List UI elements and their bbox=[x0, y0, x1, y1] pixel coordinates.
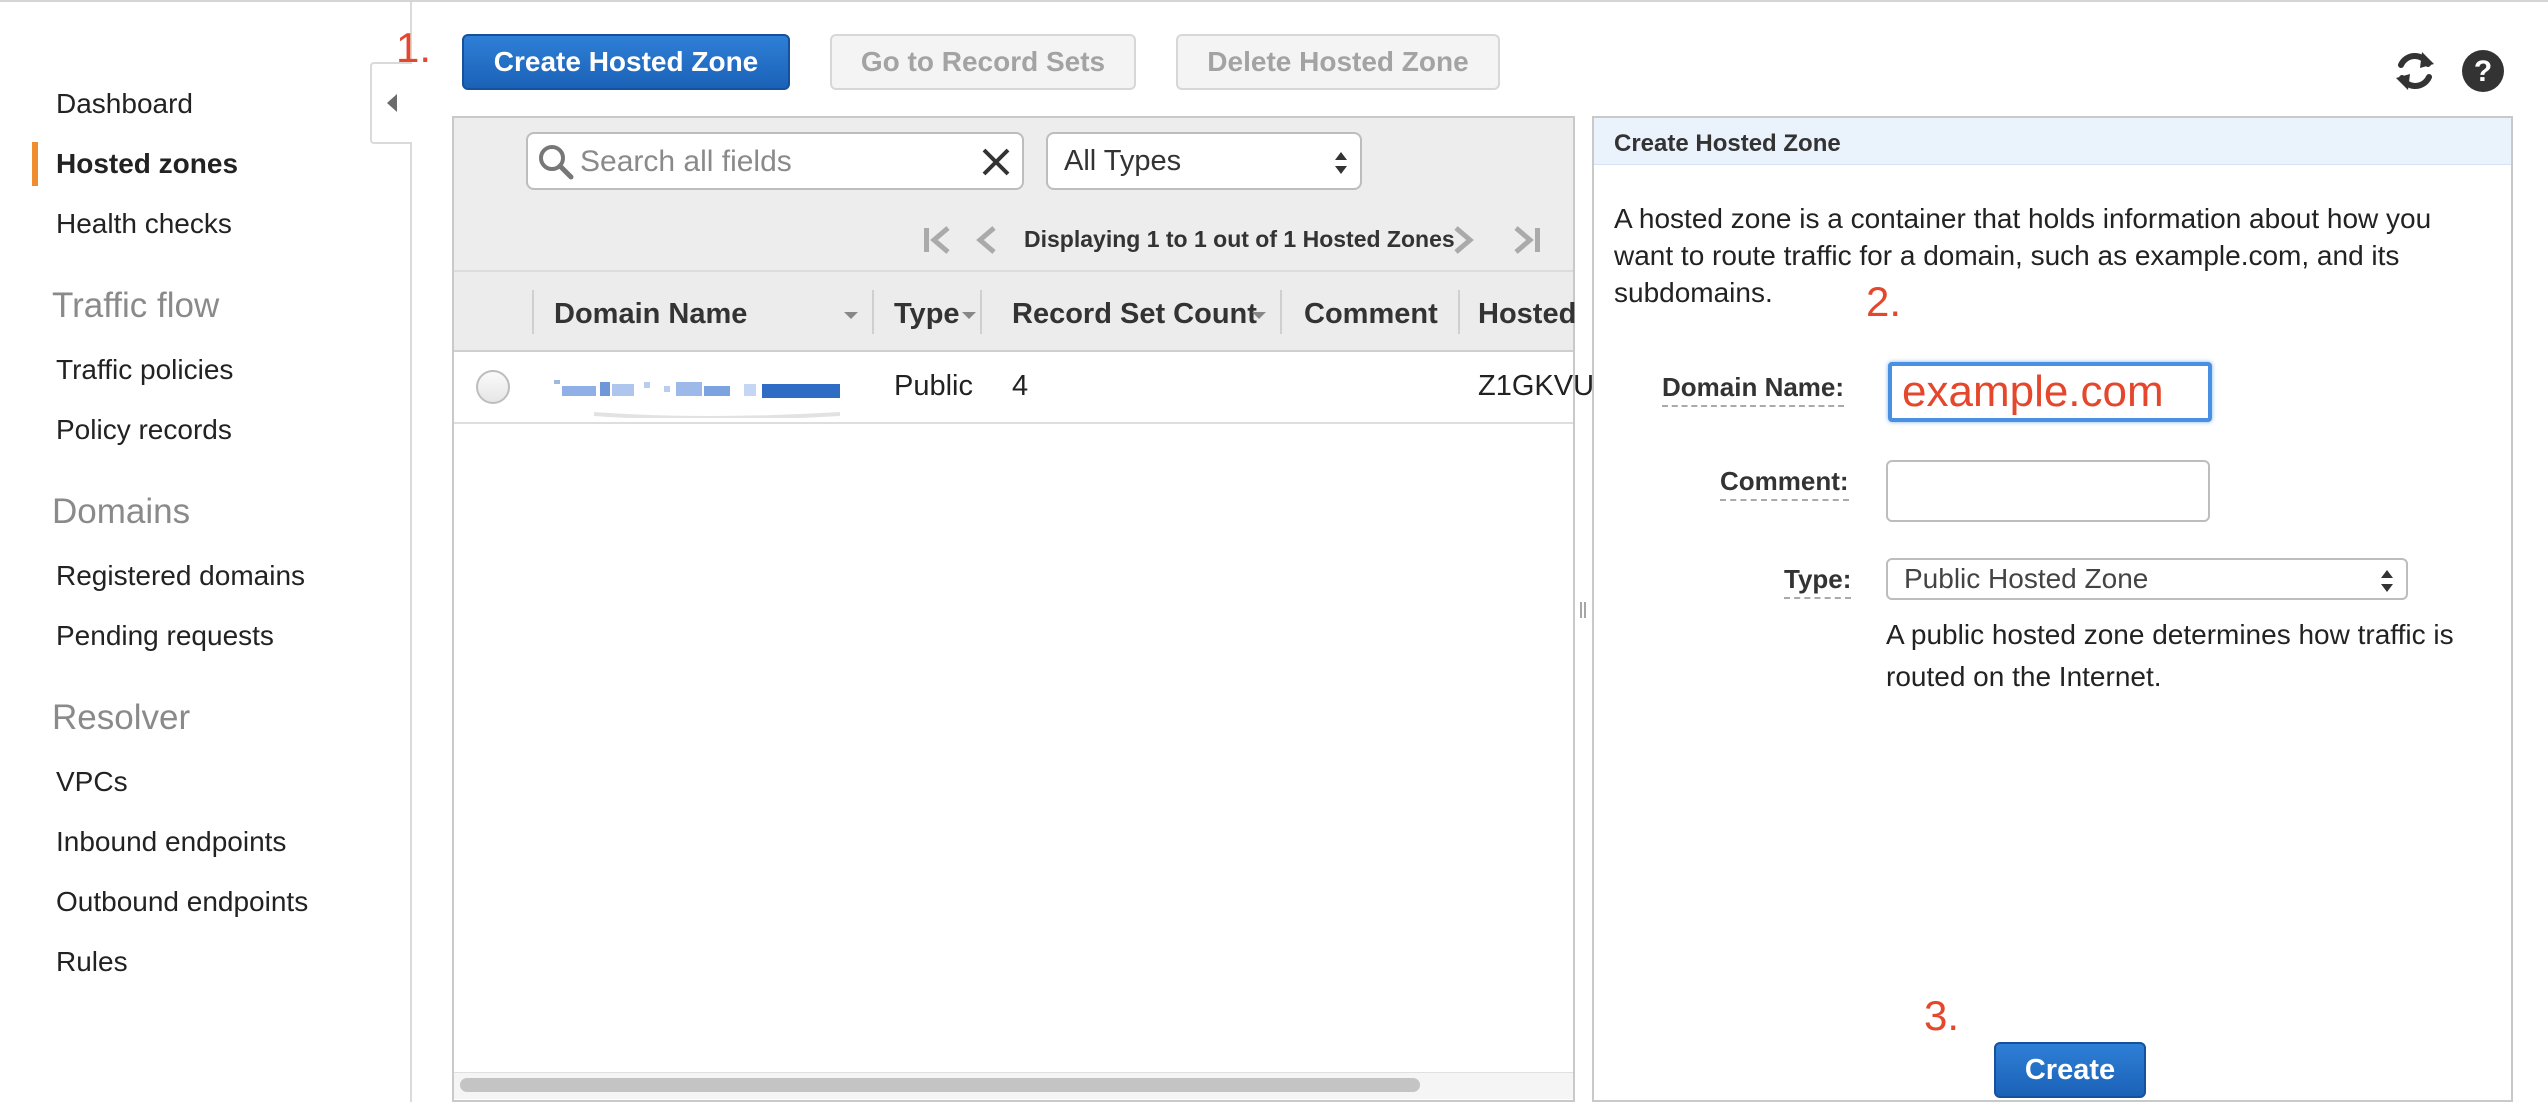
first-page-icon[interactable] bbox=[920, 224, 954, 256]
type-label: Type: bbox=[1784, 564, 1852, 599]
column-header-comment[interactable]: Comment bbox=[1304, 298, 1438, 331]
search-box[interactable] bbox=[526, 132, 1024, 190]
table-row[interactable]: Public 4 Z1GKVU bbox=[454, 352, 1594, 424]
go-to-record-sets-button[interactable]: Go to Record Sets bbox=[830, 34, 1136, 90]
caret-left-icon bbox=[387, 94, 397, 112]
row-select-radio[interactable] bbox=[476, 370, 510, 404]
table-header: Domain Name Type Record Set Count Commen… bbox=[454, 270, 1576, 352]
redacted-domain-name bbox=[554, 380, 840, 418]
comment-label: Comment: bbox=[1720, 466, 1849, 501]
last-page-icon[interactable] bbox=[1510, 224, 1544, 256]
delete-hosted-zone-button[interactable]: Delete Hosted Zone bbox=[1176, 34, 1500, 90]
zone-type-value: Public Hosted Zone bbox=[1904, 563, 2149, 594]
sidebar-section-domains: Domains bbox=[52, 492, 191, 531]
panel-resize-handle[interactable] bbox=[1579, 600, 1587, 620]
help-icon[interactable]: ? bbox=[2460, 48, 2506, 94]
svg-text:?: ? bbox=[2474, 55, 2492, 88]
type-help-text: A public hosted zone determines how traf… bbox=[1886, 619, 2454, 692]
clear-search-icon[interactable] bbox=[980, 146, 1012, 178]
domain-name-input[interactable] bbox=[1888, 362, 2212, 422]
create-hosted-zone-panel: Create Hosted Zone A hosted zone is a co… bbox=[1592, 116, 2513, 1102]
sidebar: Dashboard Hosted zones Health checks Tra… bbox=[0, 2, 412, 1102]
sidebar-section-traffic-flow: Traffic flow bbox=[52, 286, 220, 325]
sidebar-item-inbound-endpoints[interactable]: Inbound endpoints bbox=[56, 826, 286, 858]
pagination: Displaying 1 to 1 out of 1 Hosted Zones bbox=[454, 220, 1573, 260]
sidebar-section-resolver: Resolver bbox=[52, 698, 191, 737]
sort-caret-icon bbox=[1252, 312, 1266, 319]
filter-bar: All Types Displaying 1 to 1 out of 1 Hos… bbox=[454, 118, 1573, 270]
sidebar-active-indicator bbox=[32, 142, 38, 186]
column-header-domain-name[interactable]: Domain Name bbox=[554, 298, 747, 331]
pagination-text: Displaying 1 to 1 out of 1 Hosted Zones bbox=[1024, 226, 1455, 252]
sort-caret-icon bbox=[844, 312, 858, 319]
row-hosted-zone-id: Z1GKVU bbox=[1478, 370, 1595, 402]
step-2-annotation: 2. bbox=[1866, 278, 1902, 325]
sidebar-collapse-button[interactable] bbox=[370, 62, 412, 144]
column-separator bbox=[1458, 290, 1460, 334]
sidebar-item-rules[interactable]: Rules bbox=[56, 946, 128, 978]
step-3-annotation: 3. bbox=[1924, 992, 1960, 1039]
sidebar-item-health-checks[interactable]: Health checks bbox=[56, 208, 232, 240]
create-hosted-zone-button[interactable]: Create Hosted Zone bbox=[462, 34, 790, 90]
search-input[interactable] bbox=[578, 142, 962, 182]
sidebar-item-vpcs[interactable]: VPCs bbox=[56, 766, 128, 798]
column-separator bbox=[872, 290, 874, 334]
updown-arrows-icon bbox=[1335, 152, 1347, 174]
column-separator bbox=[532, 290, 534, 334]
row-type: Public bbox=[894, 370, 973, 402]
column-separator bbox=[1280, 290, 1282, 334]
hosted-zones-table-panel: All Types Displaying 1 to 1 out of 1 Hos… bbox=[452, 116, 1594, 1102]
refresh-icon[interactable] bbox=[2392, 48, 2438, 94]
row-record-set-count: 4 bbox=[1012, 370, 1029, 402]
zone-type-select[interactable]: Public Hosted Zone bbox=[1886, 558, 2408, 600]
search-icon bbox=[539, 145, 574, 180]
sidebar-item-policy-records[interactable]: Policy records bbox=[56, 414, 232, 446]
updown-arrows-icon bbox=[2381, 570, 2393, 592]
domain-name-label: Domain Name: bbox=[1662, 372, 1845, 407]
previous-page-icon[interactable] bbox=[974, 224, 1000, 256]
comment-input[interactable] bbox=[1886, 460, 2210, 522]
sidebar-item-pending-requests[interactable]: Pending requests bbox=[56, 620, 274, 652]
sidebar-item-outbound-endpoints[interactable]: Outbound endpoints bbox=[56, 886, 308, 918]
sidebar-item-registered-domains[interactable]: Registered domains bbox=[56, 560, 305, 592]
panel-header: Create Hosted Zone bbox=[1594, 118, 2511, 165]
column-separator bbox=[980, 290, 982, 334]
panel-description: A hosted zone is a container that holds … bbox=[1614, 203, 2432, 308]
create-button[interactable]: Create bbox=[1994, 1042, 2146, 1098]
type-filter-select[interactable]: All Types bbox=[1046, 132, 1362, 190]
next-page-icon[interactable] bbox=[1450, 224, 1476, 256]
step-1-annotation: 1. bbox=[396, 24, 432, 71]
type-filter-value: All Types bbox=[1064, 144, 1182, 177]
horizontal-scrollbar-thumb[interactable] bbox=[460, 1078, 1420, 1092]
sidebar-item-hosted-zones[interactable]: Hosted zones bbox=[56, 148, 238, 180]
column-header-record-set-count[interactable]: Record Set Count bbox=[1012, 298, 1257, 331]
grip-icon bbox=[1580, 602, 1586, 618]
sidebar-item-traffic-policies[interactable]: Traffic policies bbox=[56, 354, 233, 386]
sidebar-item-dashboard[interactable]: Dashboard bbox=[56, 88, 193, 120]
panel-title: Create Hosted Zone bbox=[1614, 130, 1841, 157]
column-header-type[interactable]: Type bbox=[894, 298, 960, 331]
column-header-hosted-zone-id[interactable]: Hosted bbox=[1478, 298, 1576, 331]
sort-caret-icon bbox=[962, 312, 976, 319]
